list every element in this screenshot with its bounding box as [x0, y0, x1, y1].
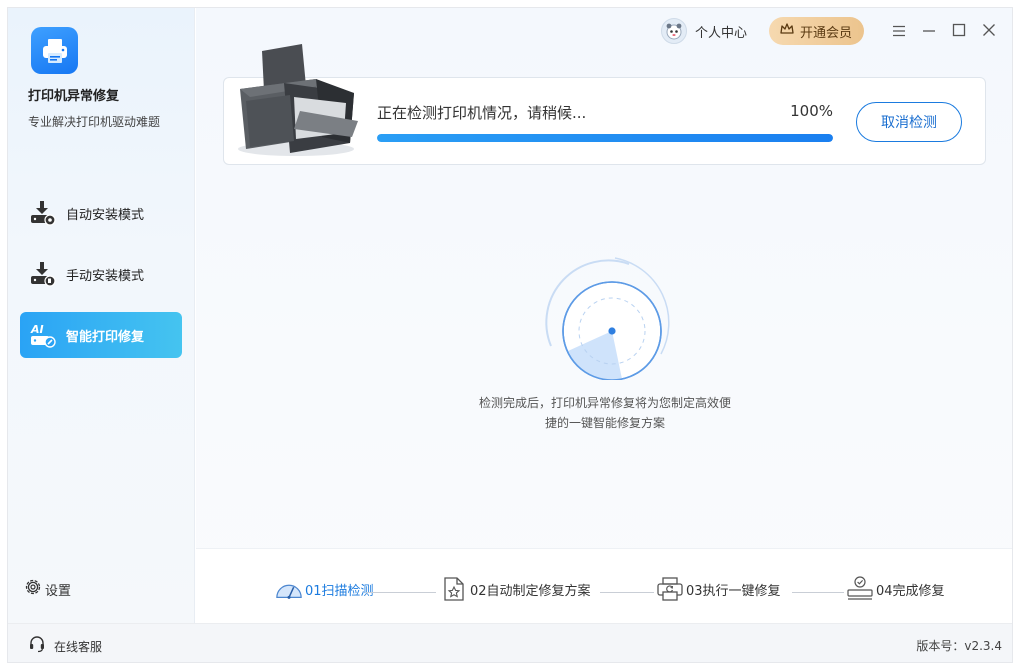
app-logo-icon	[31, 27, 78, 74]
maximize-button[interactable]	[944, 17, 974, 45]
radar-scanner	[537, 256, 677, 384]
minimize-button[interactable]	[914, 17, 944, 45]
sidebar: 打印机异常修复 专业解决打印机驱动难题 自动安装模式 手动安装模式 AI 智能打…	[8, 8, 195, 623]
step-execute: 03执行一键修复	[656, 575, 781, 603]
user-center-label: 个人中心	[694, 25, 747, 41]
maximize-icon	[952, 22, 966, 41]
step-scan: 01扫描检测	[275, 575, 374, 603]
online-service-button[interactable]: 在线客服	[28, 635, 102, 657]
step-label: 02自动制定修复方案	[470, 583, 591, 599]
step-connector	[366, 592, 436, 593]
ai-repair-icon: AI	[28, 320, 58, 350]
vip-button[interactable]: 开通会员	[768, 17, 864, 45]
main-panel: 个人中心 开通会员 正在检测打印机情况，请稍候... 100% 取消检测 检测完…	[196, 8, 1012, 623]
minimize-icon	[922, 22, 936, 41]
avatar-icon	[660, 18, 687, 44]
menu-button[interactable]	[884, 17, 914, 45]
step-connector	[600, 592, 654, 593]
svg-text:AI: AI	[30, 323, 44, 336]
nav-item-manual-install[interactable]: 手动安装模式	[20, 251, 182, 297]
menu-icon	[892, 22, 906, 41]
nav-label: 手动安装模式	[66, 268, 145, 284]
settings-button[interactable]: 设置	[24, 578, 71, 600]
auto-install-icon	[28, 198, 58, 228]
scan-gauge-icon	[275, 575, 303, 603]
nav-label: 智能打印修复	[66, 329, 145, 345]
detection-status-text: 正在检测打印机情况，请稍候...	[377, 104, 587, 122]
app-subtitle: 专业解决打印机驱动难题	[28, 115, 161, 129]
radar-hint-text: 检测完成后，打印机异常修复将为您制定高效便捷的一键智能修复方案	[479, 396, 732, 430]
version-text: 版本号：v2.3.4	[916, 639, 1002, 653]
step-label: 04完成修复	[876, 583, 945, 599]
printer-illustration	[234, 41, 364, 163]
step-connector	[792, 592, 844, 593]
settings-label: 设置	[45, 583, 72, 599]
check-complete-icon	[846, 575, 874, 603]
crown-icon	[779, 21, 795, 41]
nav-label: 自动安装模式	[66, 207, 145, 223]
close-button[interactable]	[974, 17, 1004, 45]
app-title: 打印机异常修复	[28, 89, 120, 104]
cancel-detection-button[interactable]: 取消检测	[856, 102, 962, 142]
step-complete: 04完成修复	[846, 575, 945, 603]
close-icon	[982, 22, 996, 41]
title-bar: 个人中心 开通会员	[660, 17, 1004, 45]
headset-icon	[28, 635, 46, 657]
progress-fill	[377, 134, 833, 142]
progress-bar	[377, 134, 833, 142]
step-label: 03执行一键修复	[686, 583, 781, 599]
printer-repair-icon	[656, 575, 684, 603]
nav-item-ai-repair[interactable]: AI 智能打印修复	[20, 312, 182, 358]
manual-install-icon	[28, 259, 58, 289]
detection-percent: 100%	[790, 102, 833, 120]
step-plan: 02自动制定修复方案	[440, 575, 591, 603]
gear-icon	[24, 578, 42, 600]
status-bar: 在线客服 版本号：v2.3.4	[8, 623, 1012, 662]
nav-item-auto-install[interactable]: 自动安装模式	[20, 190, 182, 236]
online-service-label: 在线客服	[54, 639, 103, 654]
app-window: 打印机异常修复 专业解决打印机驱动难题 自动安装模式 手动安装模式 AI 智能打…	[7, 7, 1013, 663]
vip-label: 开通会员	[799, 25, 852, 41]
document-star-icon	[440, 575, 468, 603]
user-center-button[interactable]: 个人中心	[660, 18, 747, 44]
step-label: 01扫描检测	[305, 583, 374, 599]
